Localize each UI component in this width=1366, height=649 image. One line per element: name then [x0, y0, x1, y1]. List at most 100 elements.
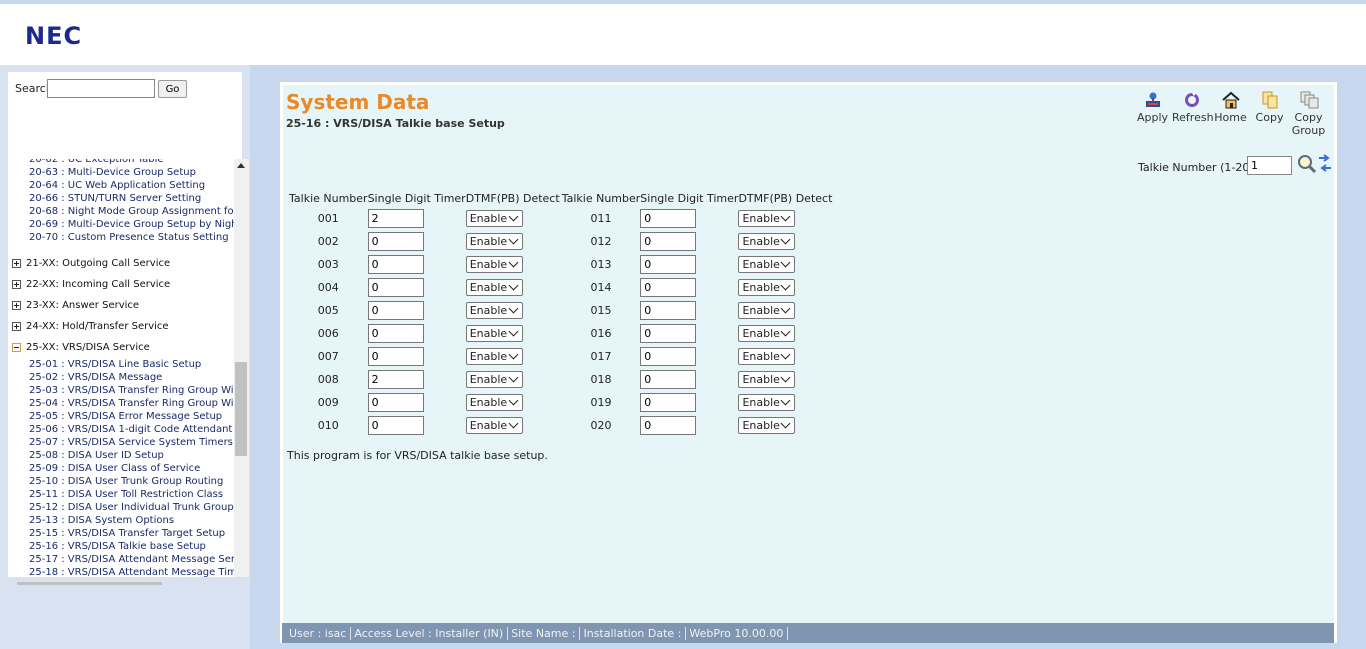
- tree-item[interactable]: 25-01 : VRS/DISA Line Basic Setup: [8, 358, 234, 371]
- tree-item[interactable]: 25-02 : VRS/DISA Message: [8, 371, 234, 384]
- timer-cell: [367, 368, 466, 391]
- horizontal-scroll-thumb[interactable]: [17, 582, 162, 585]
- single-digit-timer-input[interactable]: [640, 393, 697, 412]
- tree-item[interactable]: 25-07 : VRS/DISA Service System Timers: [8, 436, 234, 449]
- expand-icon[interactable]: [12, 280, 21, 289]
- search-icon[interactable]: [1297, 154, 1317, 177]
- dtmf-detect-select[interactable]: Enable: [465, 394, 523, 411]
- tree-item[interactable]: 25-06 : VRS/DISA 1-digit Code Attendant …: [8, 423, 234, 436]
- tree-item[interactable]: 25-08 : DISA User ID Setup: [8, 449, 234, 462]
- copy-group-button[interactable]: Copy Group: [1289, 91, 1328, 137]
- dtmf-detect-value: Enable: [469, 373, 508, 386]
- tree-item[interactable]: 25-15 : VRS/DISA Transfer Target Setup: [8, 527, 234, 540]
- dtmf-detect-select[interactable]: Enable: [465, 210, 523, 227]
- single-digit-timer-input[interactable]: [367, 301, 424, 320]
- tree-item[interactable]: 20-66 : STUN/TURN Server Setting: [8, 192, 234, 205]
- tree-category[interactable]: 25-XX: VRS/DISA Service: [8, 337, 234, 358]
- dtmf-detect-select[interactable]: Enable: [738, 348, 796, 365]
- tree-scrollbar[interactable]: [234, 159, 249, 577]
- collapse-icon[interactable]: [12, 343, 21, 352]
- talkie-number-cell: 013: [590, 258, 612, 271]
- dtmf-detect-select[interactable]: Enable: [738, 394, 796, 411]
- tree-item[interactable]: 25-13 : DISA System Options: [8, 514, 234, 527]
- tree-item[interactable]: 25-16 : VRS/DISA Talkie base Setup: [8, 540, 234, 553]
- single-digit-timer-input[interactable]: [367, 209, 424, 228]
- single-digit-timer-input[interactable]: [640, 370, 697, 389]
- single-digit-timer-input[interactable]: [640, 347, 697, 366]
- tree-item[interactable]: 20-70 : Custom Presence Status Setting: [8, 231, 234, 244]
- go-button[interactable]: Go: [158, 80, 187, 98]
- tree-item[interactable]: 20-69 : Multi-Device Group Setup by Nigh…: [8, 218, 234, 231]
- tree-item[interactable]: 25-05 : VRS/DISA Error Message Setup: [8, 410, 234, 423]
- tree-item[interactable]: 20-62 : UC Exception Table: [8, 159, 234, 166]
- dtmf-detect-select[interactable]: Enable: [465, 279, 523, 296]
- dtmf-detect-select[interactable]: Enable: [465, 371, 523, 388]
- tree-item[interactable]: 25-03 : VRS/DISA Transfer Ring Group Wit…: [8, 384, 234, 397]
- swap-arrows-icon[interactable]: [1318, 154, 1332, 177]
- tree-item[interactable]: 25-04 : VRS/DISA Transfer Ring Group Wit…: [8, 397, 234, 410]
- dtmf-detect-select[interactable]: Enable: [738, 279, 796, 296]
- copy-button[interactable]: Copy: [1250, 91, 1289, 137]
- single-digit-timer-input[interactable]: [640, 278, 697, 297]
- dtmf-detect-select[interactable]: Enable: [465, 256, 523, 273]
- dtmf-detect-select[interactable]: Enable: [465, 233, 523, 250]
- tree-item[interactable]: 25-11 : DISA User Toll Restriction Class: [8, 488, 234, 501]
- tree-category[interactable]: 24-XX: Hold/Transfer Service: [8, 316, 234, 337]
- single-digit-timer-input[interactable]: [367, 324, 424, 343]
- single-digit-timer-input[interactable]: [367, 347, 424, 366]
- tree-item[interactable]: 20-63 : Multi-Device Group Setup: [8, 166, 234, 179]
- chevron-down-icon: [508, 280, 519, 291]
- chevron-down-icon: [780, 234, 791, 245]
- dtmf-detect-select[interactable]: Enable: [738, 417, 796, 434]
- refresh-button[interactable]: Refresh: [1172, 91, 1214, 137]
- tree-category[interactable]: 21-XX: Outgoing Call Service: [8, 253, 234, 274]
- single-digit-timer-input[interactable]: [367, 232, 424, 251]
- tree-item[interactable]: 25-17 : VRS/DISA Attendant Message Servi: [8, 553, 234, 566]
- scroll-thumb[interactable]: [235, 362, 247, 456]
- tree-item[interactable]: 20-68 : Night Mode Group Assignment for …: [8, 205, 234, 218]
- dtmf-detect-select[interactable]: Enable: [465, 325, 523, 342]
- table-row: 007 Enable 017 Enable: [289, 345, 834, 368]
- dtmf-detect-select[interactable]: Enable: [738, 302, 796, 319]
- home-button[interactable]: Home: [1211, 91, 1250, 137]
- dtmf-detect-select[interactable]: Enable: [738, 210, 796, 227]
- tree-item[interactable]: 25-09 : DISA User Class of Service: [8, 462, 234, 475]
- scroll-up-arrow-icon[interactable]: [237, 163, 245, 168]
- apply-button[interactable]: Apply: [1133, 91, 1172, 137]
- dtmf-detect-select[interactable]: Enable: [738, 371, 796, 388]
- tree-item[interactable]: 25-10 : DISA User Trunk Group Routing: [8, 475, 234, 488]
- search-input[interactable]: [47, 79, 155, 98]
- single-digit-timer-input[interactable]: [367, 278, 424, 297]
- talkie-number-input[interactable]: [1247, 156, 1292, 175]
- dtmf-detect-value: Enable: [742, 396, 780, 409]
- dtmf-detect-select[interactable]: Enable: [465, 348, 523, 365]
- single-digit-timer-input[interactable]: [367, 393, 424, 412]
- single-digit-timer-input[interactable]: [367, 255, 424, 274]
- expand-icon[interactable]: [12, 259, 21, 268]
- single-digit-timer-input[interactable]: [640, 255, 697, 274]
- tree-item[interactable]: 25-18 : VRS/DISA Attendant Message Time: [8, 566, 234, 577]
- single-digit-timer-input[interactable]: [640, 416, 697, 435]
- single-digit-timer-input[interactable]: [640, 232, 697, 251]
- table-row: 004 Enable 014 Enable: [289, 276, 834, 299]
- home-icon: [1221, 91, 1241, 109]
- tree-item[interactable]: 20-64 : UC Web Application Setting: [8, 179, 234, 192]
- single-digit-timer-input[interactable]: [640, 209, 697, 228]
- talkie-number-cell: 019: [590, 396, 612, 409]
- dtmf-detect-select[interactable]: Enable: [738, 325, 796, 342]
- single-digit-timer-input[interactable]: [640, 301, 697, 320]
- tree-item[interactable]: 25-12 : DISA User Individual Trunk Group…: [8, 501, 234, 514]
- dtmf-detect-select[interactable]: Enable: [465, 417, 523, 434]
- expand-icon[interactable]: [12, 322, 21, 331]
- content-panel: System Data 25-16 : VRS/DISA Talkie base…: [283, 85, 1334, 623]
- tree-category[interactable]: 23-XX: Answer Service: [8, 295, 234, 316]
- tree-category[interactable]: 22-XX: Incoming Call Service: [8, 274, 234, 295]
- single-digit-timer-input[interactable]: [367, 416, 424, 435]
- single-digit-timer-input[interactable]: [640, 324, 697, 343]
- dtmf-detect-select[interactable]: Enable: [738, 256, 796, 273]
- dtmf-detect-select[interactable]: Enable: [738, 233, 796, 250]
- single-digit-timer-input[interactable]: [367, 370, 424, 389]
- dtmf-detect-value: Enable: [742, 373, 780, 386]
- dtmf-detect-select[interactable]: Enable: [465, 302, 523, 319]
- expand-icon[interactable]: [12, 301, 21, 310]
